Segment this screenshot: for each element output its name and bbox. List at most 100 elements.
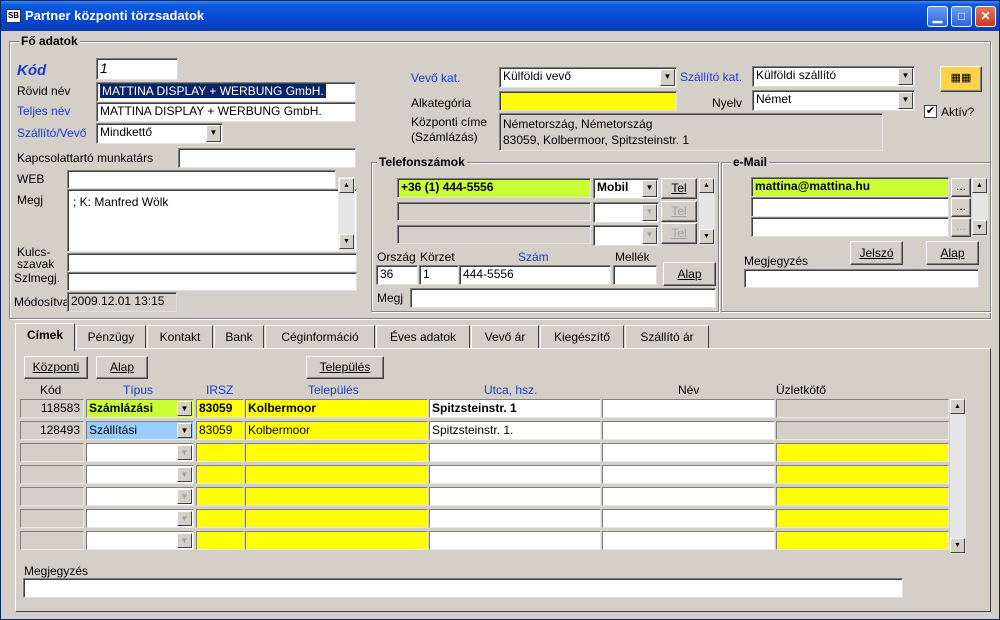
tab-bank[interactable]: Bank <box>214 325 264 349</box>
grid-cell-kod[interactable] <box>20 509 84 528</box>
szallito-kat-select[interactable]: Külföldi szállító ▼ <box>752 66 915 87</box>
nyelv-select[interactable]: Német ▼ <box>752 90 915 111</box>
tab-penzugy[interactable]: Pénzügy <box>76 325 146 349</box>
grid-cell-tipus[interactable]: ▼ <box>86 443 194 462</box>
close-button[interactable]: ✕ <box>975 6 996 27</box>
megj-textarea[interactable]: ; K: Manfred Wölk <box>67 189 357 252</box>
tel-button-1[interactable]: Tel <box>661 178 697 199</box>
email-dots-button-2[interactable]: ... <box>951 198 971 217</box>
grid-cell-telepules[interactable] <box>245 465 428 484</box>
grid-cell-uzletkoto[interactable] <box>776 399 949 418</box>
email-input-1[interactable]: mattina@mattina.hu <box>751 177 949 197</box>
grid-cell-nev[interactable] <box>602 465 775 484</box>
grid-cell-utca[interactable]: Spitzsteinstr. 1. <box>429 421 601 440</box>
kapcsolattarto-input[interactable] <box>178 148 356 168</box>
phone-number-1[interactable]: +36 (1) 444-5556 <box>397 178 591 198</box>
grid-cell-telepules[interactable]: Kolbermoor <box>245 421 428 440</box>
chevron-down-icon[interactable]: ▼ <box>642 227 657 244</box>
tab-kiegeszito[interactable]: Kiegészítő <box>540 325 624 349</box>
grid-cell-nev[interactable] <box>602 487 775 506</box>
grid-cell-uzletkoto[interactable] <box>776 531 949 550</box>
phone-type-select-1[interactable]: Mobil ▼ <box>593 178 659 199</box>
megj-scrollbar[interactable]: ▲ ▼ <box>338 177 355 251</box>
grid-cell-kod[interactable] <box>20 465 84 484</box>
grid-cell-irsz[interactable] <box>196 531 244 550</box>
barcode-button[interactable]: ▦▦ <box>940 66 982 92</box>
grid-cell-telepules[interactable] <box>245 509 428 528</box>
grid-cell-nev[interactable] <box>602 443 775 462</box>
rovid-nev-input[interactable]: MATTINA DISPLAY + WERBUNG GmbH. <box>96 82 356 102</box>
email-dots-button-1[interactable]: ... <box>951 178 971 197</box>
chevron-down-icon[interactable]: ▼ <box>177 533 192 548</box>
grid-cell-utca[interactable] <box>429 509 601 528</box>
chevron-down-icon[interactable]: ▼ <box>177 467 192 482</box>
aktiv-checkbox[interactable]: ✔ <box>924 105 937 118</box>
grid-cell-utca[interactable] <box>429 487 601 506</box>
grid-cell-irsz[interactable] <box>196 443 244 462</box>
web-input[interactable] <box>67 170 336 189</box>
grid-cell-telepules[interactable] <box>245 487 428 506</box>
phone-alap-button[interactable]: Alap <box>663 262 716 286</box>
chevron-down-icon[interactable]: ▼ <box>642 204 657 221</box>
maximize-button[interactable]: □ <box>951 6 972 27</box>
grid-cell-nev[interactable] <box>602 421 775 440</box>
phone-number-2[interactable] <box>397 202 591 221</box>
scroll-up-icon[interactable]: ▲ <box>339 178 354 193</box>
grid-cell-utca[interactable] <box>429 465 601 484</box>
chevron-down-icon[interactable]: ▼ <box>642 180 657 197</box>
vevo-kat-select[interactable]: Külföldi vevő ▼ <box>499 67 677 88</box>
grid-cell-irsz[interactable] <box>196 487 244 506</box>
grid-cell-tipus[interactable]: Számlázási ▼ <box>86 399 194 418</box>
kozponti-button[interactable]: Központi <box>24 356 88 379</box>
cimek-alap-button[interactable]: Alap <box>96 356 148 379</box>
grid-cell-uzletkoto[interactable] <box>776 509 949 528</box>
orszag-input[interactable]: 36 <box>376 265 418 285</box>
scroll-up-icon[interactable]: ▲ <box>699 178 714 193</box>
grid-cell-uzletkoto[interactable] <box>776 443 949 462</box>
mellek-input[interactable] <box>613 265 657 285</box>
grid-cell-tipus[interactable]: ▼ <box>86 465 194 484</box>
grid-cell-kod[interactable] <box>20 531 84 550</box>
grid-cell-uzletkoto[interactable] <box>776 465 949 484</box>
grid-cell-tipus[interactable]: Szállítási ▼ <box>86 421 194 440</box>
grid-cell-irsz[interactable] <box>196 465 244 484</box>
grid-cell-uzletkoto[interactable] <box>776 487 949 506</box>
tab-kontakt[interactable]: Kontakt <box>147 325 213 349</box>
chevron-down-icon[interactable]: ▼ <box>177 511 192 526</box>
email-alap-button[interactable]: Alap <box>926 241 979 265</box>
grid-cell-tipus[interactable]: ▼ <box>86 487 194 506</box>
chevron-down-icon[interactable]: ▼ <box>660 69 675 86</box>
chevron-down-icon[interactable]: ▼ <box>177 423 192 438</box>
grid-cell-nev[interactable] <box>602 531 775 550</box>
telepules-button[interactable]: Település <box>306 356 384 379</box>
app-icon[interactable]: SB <box>6 9 21 23</box>
cimek-megjegyzes-input[interactable] <box>23 578 903 598</box>
tel-button-2[interactable]: Tel <box>661 201 697 222</box>
chevron-down-icon[interactable]: ▼ <box>206 125 221 142</box>
scroll-down-icon[interactable]: ▼ <box>972 220 987 235</box>
grid-cell-kod[interactable]: 128493 <box>20 421 84 440</box>
szam-input[interactable]: 444-5556 <box>459 265 611 285</box>
tab-vevo-ar[interactable]: Vevő ár <box>471 325 539 349</box>
grid-cell-irsz[interactable]: 83059 <box>196 399 244 418</box>
grid-cell-utca[interactable]: Spitzsteinstr. 1 <box>429 399 601 418</box>
tab-cimek[interactable]: Címek <box>15 323 75 351</box>
jelszo-button[interactable]: Jelszó <box>850 241 903 265</box>
grid-cell-kod[interactable]: 118583 <box>20 399 84 418</box>
scroll-up-icon[interactable]: ▲ <box>972 178 987 193</box>
email-input-3[interactable] <box>751 217 949 237</box>
scroll-down-icon[interactable]: ▼ <box>950 538 965 553</box>
email-dots-button-3[interactable]: ... <box>951 218 971 237</box>
chevron-down-icon[interactable]: ▼ <box>177 401 192 416</box>
chevron-down-icon[interactable]: ▼ <box>898 92 913 109</box>
email-input-2[interactable] <box>751 197 949 217</box>
teljes-nev-input[interactable]: MATTINA DISPLAY + WERBUNG GmbH. <box>96 102 356 122</box>
phone-number-3[interactable] <box>397 225 591 244</box>
scroll-up-icon[interactable]: ▲ <box>950 399 965 414</box>
alkategoria-input[interactable] <box>499 91 677 111</box>
email-scrollbar[interactable]: ▲ ▼ <box>972 178 988 236</box>
tab-eves-adatok[interactable]: Éves adatok <box>376 325 470 349</box>
scroll-down-icon[interactable]: ▼ <box>339 234 354 249</box>
tab-ceginformacio[interactable]: Céginformáció <box>265 325 375 349</box>
kulcsszavak-input[interactable] <box>67 253 357 272</box>
